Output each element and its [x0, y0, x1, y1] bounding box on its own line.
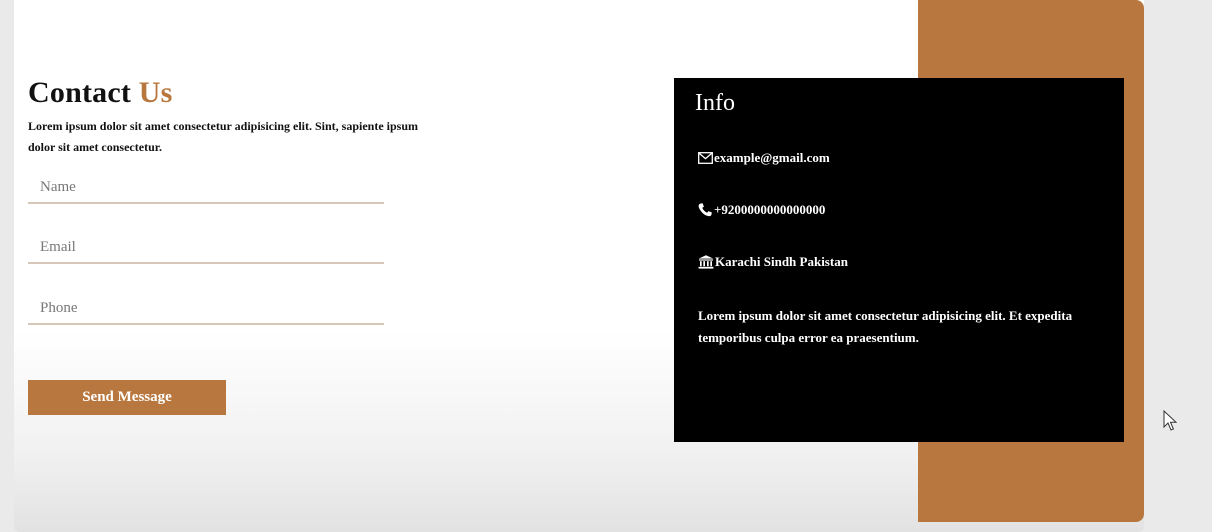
info-panel: Info example@gmail.com +9200000000000000… — [674, 78, 1124, 442]
info-phone-text: +9200000000000000 — [714, 202, 826, 217]
info-title: Info — [695, 90, 735, 116]
envelope-icon — [698, 152, 713, 164]
send-message-button[interactable]: Send Message — [28, 380, 226, 415]
title-main: Contact — [28, 76, 132, 109]
info-description: Lorem ipsum dolor sit amet consectetur a… — [698, 308, 1073, 345]
page-title: Contact Us — [28, 76, 173, 110]
info-address-text: Karachi Sindh Pakistan — [715, 254, 848, 269]
phone-icon — [698, 203, 713, 217]
mouse-cursor-icon — [1163, 409, 1178, 437]
bank-icon — [698, 255, 714, 269]
phone-input[interactable] — [28, 293, 384, 325]
info-email[interactable]: example@gmail.com — [698, 150, 830, 166]
info-phone[interactable]: +9200000000000000 — [698, 202, 825, 218]
contact-description: Lorem ipsum dolor sit amet consectetur a… — [28, 119, 419, 154]
info-email-text: example@gmail.com — [714, 150, 830, 165]
page: Contact Us Lorem ipsum dolor sit amet co… — [0, 0, 1212, 532]
email-input[interactable] — [28, 232, 384, 264]
title-accent: Us — [138, 76, 173, 109]
info-address: Karachi Sindh Pakistan — [698, 254, 848, 270]
name-input[interactable] — [28, 172, 384, 204]
